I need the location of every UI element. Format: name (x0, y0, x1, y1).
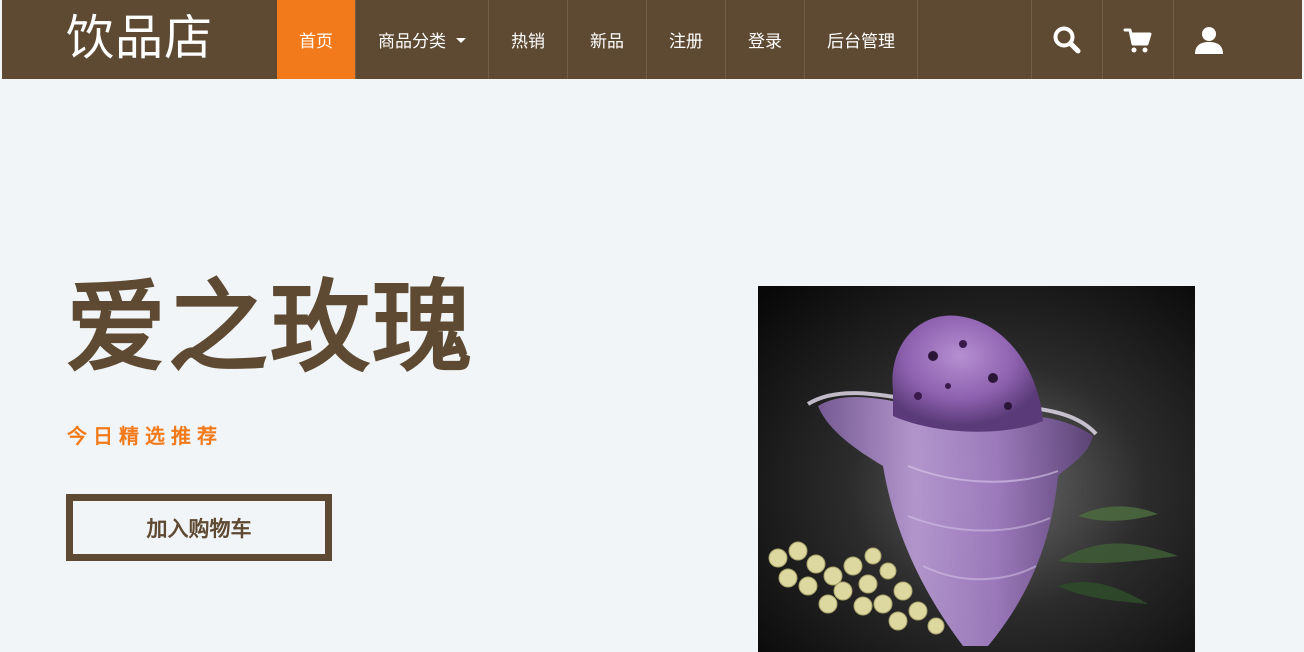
nav-item-label: 注册 (669, 32, 703, 52)
brand-logo[interactable]: 饮品店 (2, 0, 277, 79)
cart-icon (1123, 28, 1152, 52)
product-image (758, 286, 1195, 652)
nav-item-label: 登录 (748, 32, 782, 52)
nav-item-login[interactable]: 登录 (725, 0, 804, 79)
nav-item-label: 热销 (511, 32, 545, 52)
search-icon (1053, 26, 1081, 53)
nav-item-label: 新品 (590, 32, 624, 52)
hero-title: 爱之玫瑰 (66, 269, 474, 386)
top-navbar: 饮品店 首页 商品分类 热销 新品 注册 登录 后台管理 (2, 0, 1302, 79)
hero-subtitle: 今日精选推荐 (67, 424, 223, 448)
nav-item-categories[interactable]: 商品分类 (355, 0, 488, 79)
chevron-down-icon (456, 38, 466, 43)
nav-item-home[interactable]: 首页 (277, 0, 355, 79)
search-button[interactable] (1031, 0, 1102, 79)
nav-item-hot[interactable]: 热销 (488, 0, 567, 79)
user-icon (1195, 26, 1223, 54)
cart-button[interactable] (1102, 0, 1173, 79)
nav-item-new[interactable]: 新品 (567, 0, 646, 79)
main-nav: 首页 商品分类 热销 新品 注册 登录 后台管理 (277, 0, 918, 79)
nav-item-label: 后台管理 (827, 32, 895, 52)
nav-item-label: 商品分类 (378, 32, 446, 52)
add-to-cart-button[interactable]: 加入购物车 (66, 494, 332, 561)
user-button[interactable] (1173, 0, 1244, 79)
nav-item-register[interactable]: 注册 (646, 0, 725, 79)
nav-icon-group (1031, 0, 1244, 79)
nav-item-admin[interactable]: 后台管理 (804, 0, 918, 79)
nav-item-label: 首页 (299, 32, 333, 52)
